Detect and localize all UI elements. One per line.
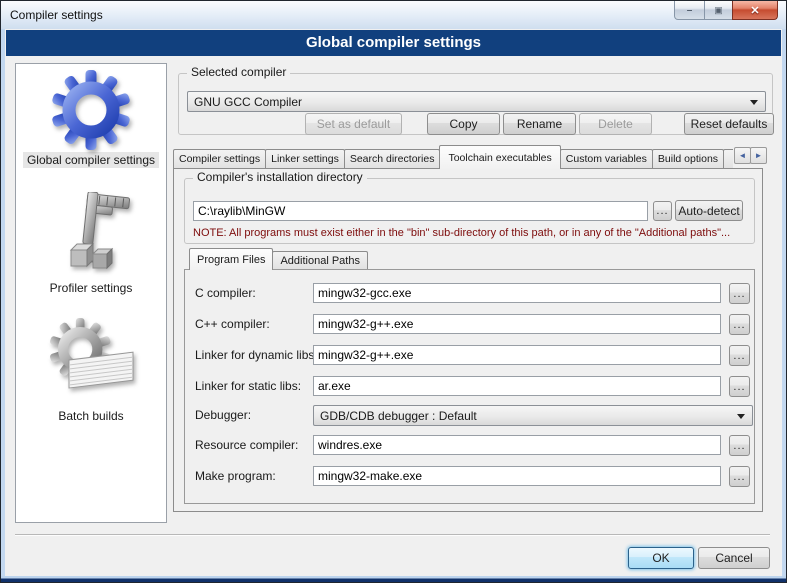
- installation-directory-group-label: Compiler's installation directory: [193, 170, 367, 184]
- minimize-button[interactable]: –: [674, 1, 705, 20]
- form-row-resource-compiler: Resource compiler: ...: [185, 435, 754, 457]
- cpp-compiler-input[interactable]: [313, 314, 721, 334]
- sidebar-item-batch-builds[interactable]: Batch builds: [45, 318, 137, 424]
- cpp-compiler-browse-button[interactable]: ...: [729, 314, 750, 335]
- arrow-right-icon: ►: [755, 151, 763, 160]
- tab-scroll-right-button[interactable]: ►: [750, 147, 767, 164]
- compiler-select-value: GNU GCC Compiler: [194, 95, 302, 109]
- rename-button[interactable]: Rename: [503, 113, 576, 135]
- tab-compiler-settings[interactable]: Compiler settings: [173, 149, 266, 169]
- sidebar-item-global-compiler-settings[interactable]: Global compiler settings: [23, 70, 159, 168]
- debugger-select[interactable]: GDB/CDB debugger : Default: [313, 405, 753, 426]
- main-tabs: Compiler settings Linker settings Search…: [173, 144, 767, 169]
- field-label: Linker for static libs:: [195, 379, 301, 393]
- resource-compiler-input[interactable]: [313, 435, 721, 455]
- c-compiler-browse-button[interactable]: ...: [729, 283, 750, 304]
- resource-compiler-browse-button[interactable]: ...: [729, 435, 750, 456]
- sidebar-item-label: Batch builds: [54, 408, 127, 424]
- tab-partial[interactable]: [723, 149, 733, 169]
- sidebar-item-label: Profiler settings: [46, 280, 137, 296]
- linker-static-browse-button[interactable]: ...: [729, 376, 750, 397]
- tab-build-options[interactable]: Build options: [652, 149, 724, 169]
- c-compiler-input[interactable]: [313, 283, 721, 303]
- sub-tabs: Program Files Additional Paths: [189, 248, 367, 270]
- field-label: C compiler:: [195, 286, 256, 300]
- sidebar: Global compiler settings: [15, 63, 167, 523]
- cancel-button[interactable]: Cancel: [698, 547, 770, 569]
- installation-directory-group: Compiler's installation directory ... Au…: [184, 178, 755, 244]
- field-label: Resource compiler:: [195, 438, 298, 452]
- chevron-down-icon: [750, 100, 758, 105]
- form-row-linker-dynamic: Linker for dynamic libs: ...: [185, 345, 754, 367]
- maximize-button[interactable]: ▣: [704, 1, 733, 20]
- close-button[interactable]: ✕: [732, 1, 778, 20]
- field-label: C++ compiler:: [195, 317, 270, 331]
- delete-button[interactable]: Delete: [579, 113, 652, 135]
- ok-button[interactable]: OK: [628, 547, 694, 569]
- form-row-debugger: Debugger: GDB/CDB debugger : Default: [185, 405, 754, 427]
- minimize-icon: –: [687, 5, 693, 16]
- toolchain-executables-panel: Compiler's installation directory ... Au…: [173, 168, 763, 512]
- chevron-down-icon: [737, 414, 745, 419]
- subtab-program-files[interactable]: Program Files: [189, 248, 273, 270]
- arrow-left-icon: ◄: [739, 151, 747, 160]
- tab-scroll-controls: ◄ ►: [735, 144, 767, 169]
- make-program-input[interactable]: [313, 466, 721, 486]
- debugger-select-value: GDB/CDB debugger : Default: [320, 409, 477, 423]
- compiler-settings-dialog: Compiler settings – ▣ ✕ Global compiler …: [0, 0, 787, 583]
- footer-separator: [15, 534, 770, 536]
- tab-scroll-left-button[interactable]: ◄: [734, 147, 751, 164]
- maximize-icon: ▣: [714, 5, 723, 16]
- selected-compiler-group-label: Selected compiler: [187, 65, 290, 79]
- copy-button[interactable]: Copy: [427, 113, 500, 135]
- tab-search-directories[interactable]: Search directories: [344, 149, 441, 169]
- sidebar-item-label: Global compiler settings: [23, 152, 159, 168]
- subtab-additional-paths[interactable]: Additional Paths: [272, 251, 368, 270]
- compiler-select[interactable]: GNU GCC Compiler: [187, 91, 766, 112]
- linker-static-input[interactable]: [313, 376, 721, 396]
- field-label: Linker for dynamic libs:: [195, 348, 318, 362]
- form-row-cpp-compiler: C++ compiler: ...: [185, 314, 754, 336]
- window-bottom-edge: [1, 576, 786, 582]
- tab-toolchain-executables[interactable]: Toolchain executables: [439, 145, 560, 169]
- auto-detect-button[interactable]: Auto-detect: [675, 200, 743, 221]
- set-as-default-button[interactable]: Set as default: [305, 113, 402, 135]
- gray-gear-stack-icon: [45, 318, 137, 406]
- tab-linker-settings[interactable]: Linker settings: [265, 149, 345, 169]
- close-icon: ✕: [750, 4, 759, 17]
- field-label: Debugger:: [195, 408, 251, 422]
- titlebar[interactable]: Compiler settings – ▣ ✕: [1, 1, 786, 29]
- form-row-linker-static: Linker for static libs: ...: [185, 376, 754, 398]
- blue-gear-icon: [51, 70, 131, 150]
- program-files-panel: C compiler: ... C++ compiler: ... Linker…: [184, 269, 755, 504]
- dialog-body: Global compiler settings: [5, 29, 782, 576]
- sidebar-item-profiler-settings[interactable]: Profiler settings: [46, 192, 137, 296]
- make-program-browse-button[interactable]: ...: [729, 466, 750, 487]
- tab-strip: Compiler settings Linker settings Search…: [173, 144, 733, 169]
- field-label: Make program:: [195, 469, 276, 483]
- form-row-make-program: Make program: ...: [185, 466, 754, 488]
- form-row-c-compiler: C compiler: ...: [185, 283, 754, 305]
- linker-dynamic-browse-button[interactable]: ...: [729, 345, 750, 366]
- tab-custom-variables[interactable]: Custom variables: [560, 149, 653, 169]
- installation-directory-input[interactable]: [193, 201, 648, 221]
- window-controls: – ▣ ✕: [675, 1, 778, 20]
- selected-compiler-group: Selected compiler GNU GCC Compiler Set a…: [178, 73, 773, 135]
- directory-browse-button[interactable]: ...: [653, 201, 672, 221]
- page-title: Global compiler settings: [6, 30, 781, 56]
- linker-dynamic-input[interactable]: [313, 345, 721, 365]
- window-title: Compiler settings: [10, 8, 103, 22]
- reset-defaults-button[interactable]: Reset defaults: [684, 113, 774, 135]
- directory-note: NOTE: All programs must exist either in …: [193, 227, 730, 239]
- caliper-icon: [49, 192, 133, 278]
